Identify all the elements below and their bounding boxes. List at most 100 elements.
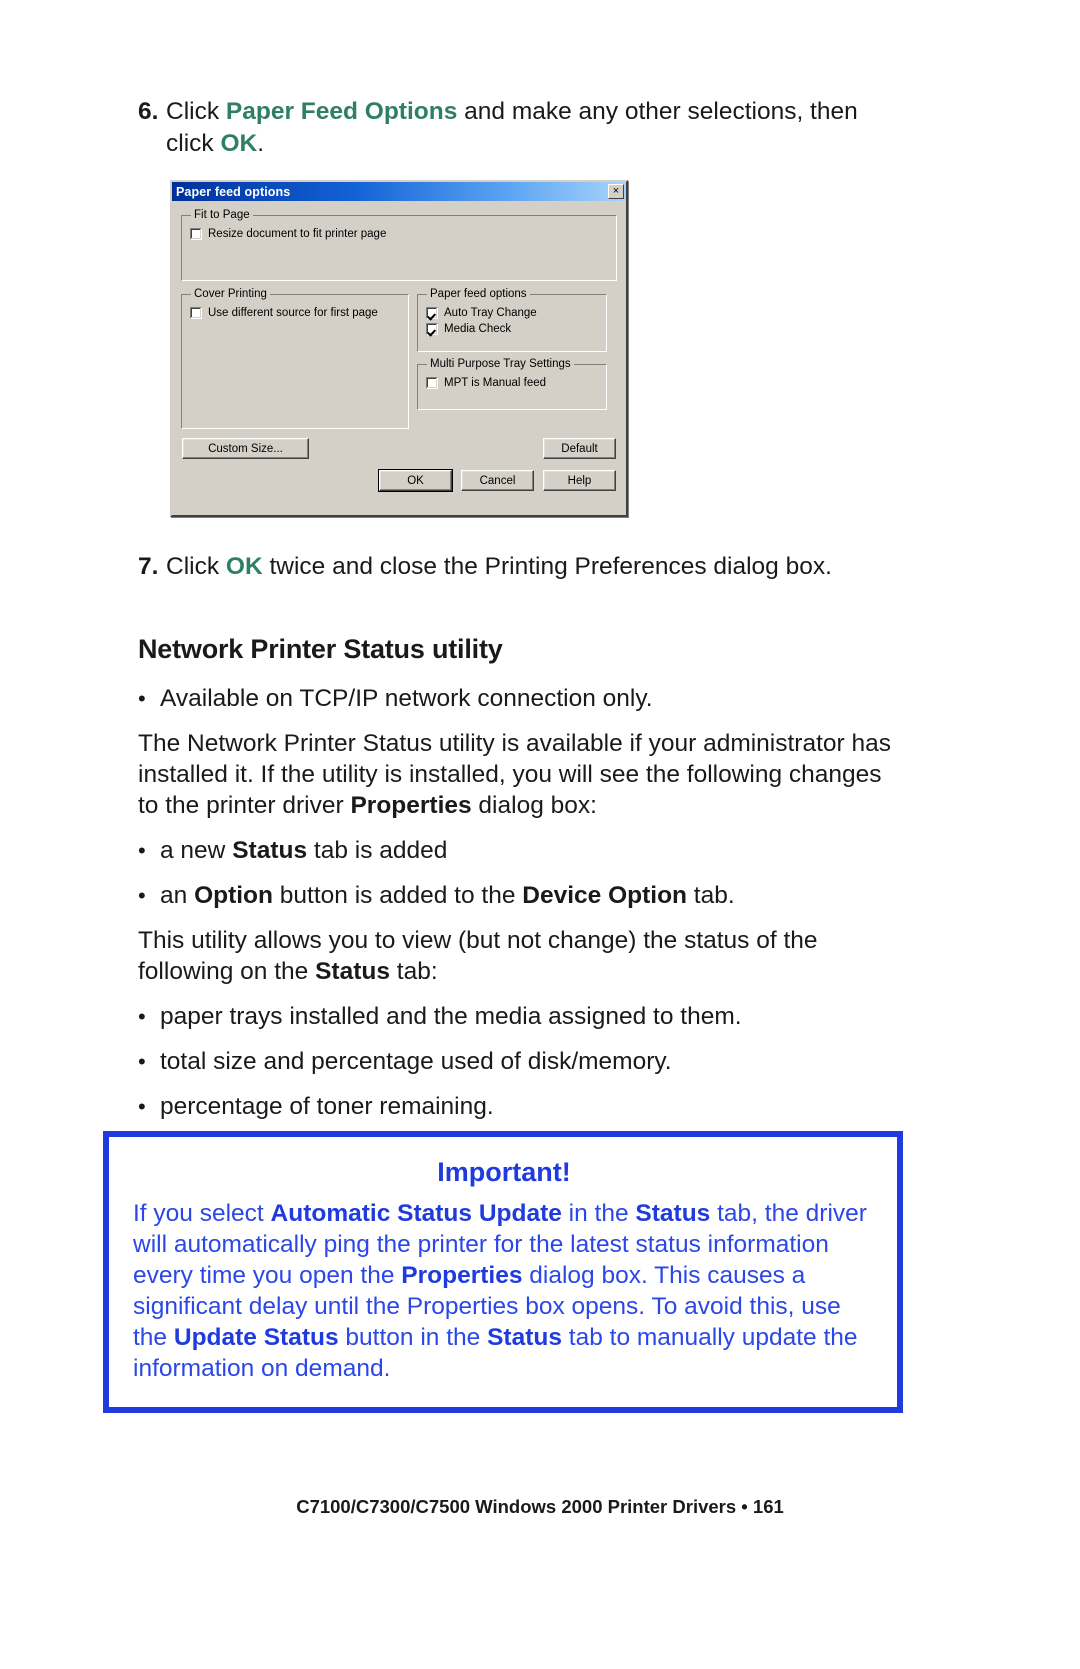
step-7: 7. Click OK twice and close the Printing… bbox=[138, 551, 908, 589]
checkbox-media-check[interactable]: Media Check bbox=[426, 323, 600, 335]
dialog-action-buttons: OK Cancel Help bbox=[181, 469, 617, 492]
important-t2: in the bbox=[561, 1200, 636, 1227]
dialog-title: Paper feed options bbox=[176, 184, 291, 199]
checkbox-use-different-source-box[interactable] bbox=[190, 307, 202, 319]
important-b5: Status bbox=[487, 1324, 562, 1351]
step-7-text: Click OK twice and close the Printing Pr… bbox=[166, 551, 908, 583]
checkbox-auto-tray-change-label: Auto Tray Change bbox=[444, 307, 537, 319]
step-6-tail: . bbox=[257, 130, 265, 157]
group-fit-to-page: Fit to Page Resize document to fit print… bbox=[181, 209, 617, 281]
cancel-button[interactable]: Cancel bbox=[461, 470, 534, 491]
paragraph-utility-view-bold: Status bbox=[315, 958, 390, 985]
group-multi-purpose-tray-legend: Multi Purpose Tray Settings bbox=[430, 358, 571, 370]
step-7-link-ok: OK bbox=[225, 553, 263, 580]
list-item-status-tab: • a new Status tab is added bbox=[138, 835, 908, 866]
list-item-option-button-text: an Option button is added to the Device … bbox=[160, 880, 908, 911]
bullet-icon: • bbox=[138, 883, 146, 908]
page-title: Network Printer Status utility bbox=[138, 634, 503, 664]
bullet-icon: • bbox=[138, 1049, 146, 1074]
paragraph-utility-availability-b: dialog box: bbox=[471, 792, 597, 819]
list-item-option-button: • an Option button is added to the Devic… bbox=[138, 880, 908, 911]
important-t5: button in the bbox=[338, 1324, 488, 1351]
list-item-paper-trays: • paper trays installed and the media as… bbox=[138, 1001, 908, 1032]
list-item-option-button-bold2: Device Option bbox=[522, 882, 687, 909]
list-item-option-button-bold1: Option bbox=[194, 882, 273, 909]
dialog-titlebar: Paper feed options × bbox=[172, 182, 626, 201]
list-item-status-tab-text: a new Status tab is added bbox=[160, 835, 908, 866]
step-7-lead: Click bbox=[166, 553, 226, 580]
group-paper-feed-options-legend: Paper feed options bbox=[430, 288, 527, 300]
checkbox-mpt-manual-feed-box[interactable] bbox=[426, 377, 438, 389]
checkbox-resize-document[interactable]: Resize document to fit printer page bbox=[190, 228, 610, 240]
step-6-link-paper-feed-options: Paper Feed Options bbox=[225, 98, 458, 125]
default-button[interactable]: Default bbox=[543, 438, 616, 459]
paragraph-utility-view-a: This utility allows you to view (but not… bbox=[138, 927, 818, 985]
step-7-row: 7. Click OK twice and close the Printing… bbox=[138, 551, 908, 583]
list-item-disk-memory: • total size and percentage used of disk… bbox=[138, 1046, 908, 1077]
dialog-column-right: Paper feed options Auto Tray Change Medi… bbox=[417, 288, 607, 429]
paragraph-utility-availability-bold: Properties bbox=[350, 792, 472, 819]
checkbox-media-check-box[interactable] bbox=[426, 323, 438, 335]
important-b2: Status bbox=[635, 1200, 711, 1227]
list-item-status-tab-b: tab is added bbox=[307, 837, 448, 864]
important-callout: Important! If you select Automatic Statu… bbox=[103, 1131, 903, 1413]
group-paper-feed-options: Paper feed options Auto Tray Change Medi… bbox=[417, 288, 607, 352]
group-cover-printing: Cover Printing Use different source for … bbox=[181, 288, 409, 429]
step-6-link-ok: OK bbox=[220, 130, 258, 157]
checkbox-auto-tray-change[interactable]: Auto Tray Change bbox=[426, 307, 600, 319]
custom-size-button[interactable]: Custom Size... bbox=[182, 438, 309, 459]
checkbox-resize-document-box[interactable] bbox=[190, 228, 202, 240]
bullet-icon: • bbox=[138, 1094, 146, 1119]
step-6-number: 6. bbox=[138, 98, 159, 125]
group-cover-printing-legend: Cover Printing bbox=[194, 288, 267, 300]
checkbox-auto-tray-change-box[interactable] bbox=[426, 307, 438, 319]
dialog-body: Fit to Page Resize document to fit print… bbox=[172, 201, 626, 497]
important-b1: Automatic Status Update bbox=[270, 1200, 562, 1227]
step-6-lead: Click bbox=[166, 98, 226, 125]
bullet-icon: • bbox=[138, 686, 146, 711]
checkbox-media-check-label: Media Check bbox=[444, 323, 512, 335]
step-6-text: Click Paper Feed Options and make any ot… bbox=[166, 96, 908, 160]
list-item-tcpip: • Available on TCP/IP network connection… bbox=[138, 683, 908, 714]
list-item-option-button-b: button is added to the bbox=[272, 882, 523, 909]
checkbox-mpt-manual-feed[interactable]: MPT is Manual feed bbox=[426, 377, 600, 389]
ok-button[interactable]: OK bbox=[378, 469, 453, 492]
important-t1: If you select bbox=[133, 1200, 271, 1227]
important-b4: Update Status bbox=[173, 1324, 339, 1351]
step-7-number: 7. bbox=[138, 553, 159, 580]
page-footer: C7100/C7300/C7500 Windows 2000 Printer D… bbox=[296, 1496, 784, 1517]
paragraph-utility-availability: The Network Printer Status utility is av… bbox=[138, 728, 908, 821]
list-item-option-button-a: an bbox=[160, 882, 195, 909]
checkbox-use-different-source-label: Use different source for first page bbox=[208, 307, 378, 319]
list-item-tcpip-text: Available on TCP/IP network connection o… bbox=[160, 685, 653, 712]
list-item-paper-trays-text: paper trays installed and the media assi… bbox=[160, 1003, 742, 1030]
important-title: Important! bbox=[437, 1157, 571, 1187]
list-item-status-tab-a: a new bbox=[160, 837, 233, 864]
important-body: If you select Automatic Status Update in… bbox=[133, 1198, 875, 1384]
dialog-secondary-buttons: Custom Size... Default bbox=[181, 438, 617, 459]
bullet-icon: • bbox=[138, 1004, 146, 1029]
list-item-status-tab-bold: Status bbox=[232, 837, 308, 864]
step-7-tail: twice and close the Printing Preferences… bbox=[262, 553, 832, 580]
close-icon[interactable]: × bbox=[608, 184, 624, 199]
checkbox-mpt-manual-feed-label: MPT is Manual feed bbox=[444, 377, 547, 389]
list-item-disk-memory-text: total size and percentage used of disk/m… bbox=[160, 1048, 672, 1075]
group-fit-to-page-legend: Fit to Page bbox=[194, 209, 250, 221]
group-multi-purpose-tray-settings: Multi Purpose Tray Settings MPT is Manua… bbox=[417, 358, 607, 410]
checkbox-use-different-source[interactable]: Use different source for first page bbox=[190, 307, 402, 319]
checkbox-resize-document-label: Resize document to fit printer page bbox=[208, 228, 387, 240]
dialog-column-left: Cover Printing Use different source for … bbox=[181, 288, 409, 429]
paper-feed-options-dialog-image: Paper feed options × Fit to Page Resize … bbox=[170, 180, 628, 517]
paragraph-utility-view: This utility allows you to view (but not… bbox=[138, 925, 908, 987]
list-item-option-button-c: tab. bbox=[687, 882, 735, 909]
network-printer-status-section: Network Printer Status utility • Availab… bbox=[138, 608, 908, 1136]
important-b3: Properties bbox=[401, 1262, 523, 1289]
list-item-toner: • percentage of toner remaining. bbox=[138, 1091, 908, 1122]
paragraph-utility-view-b: tab: bbox=[389, 958, 438, 985]
paper-feed-options-dialog: Paper feed options × Fit to Page Resize … bbox=[170, 180, 628, 517]
dialog-columns: Cover Printing Use different source for … bbox=[181, 288, 617, 429]
bullet-icon: • bbox=[138, 838, 146, 863]
step-6: 6. Click Paper Feed Options and make any… bbox=[138, 96, 908, 166]
help-button[interactable]: Help bbox=[543, 470, 616, 491]
step-6-row: 6. Click Paper Feed Options and make any… bbox=[138, 96, 908, 160]
